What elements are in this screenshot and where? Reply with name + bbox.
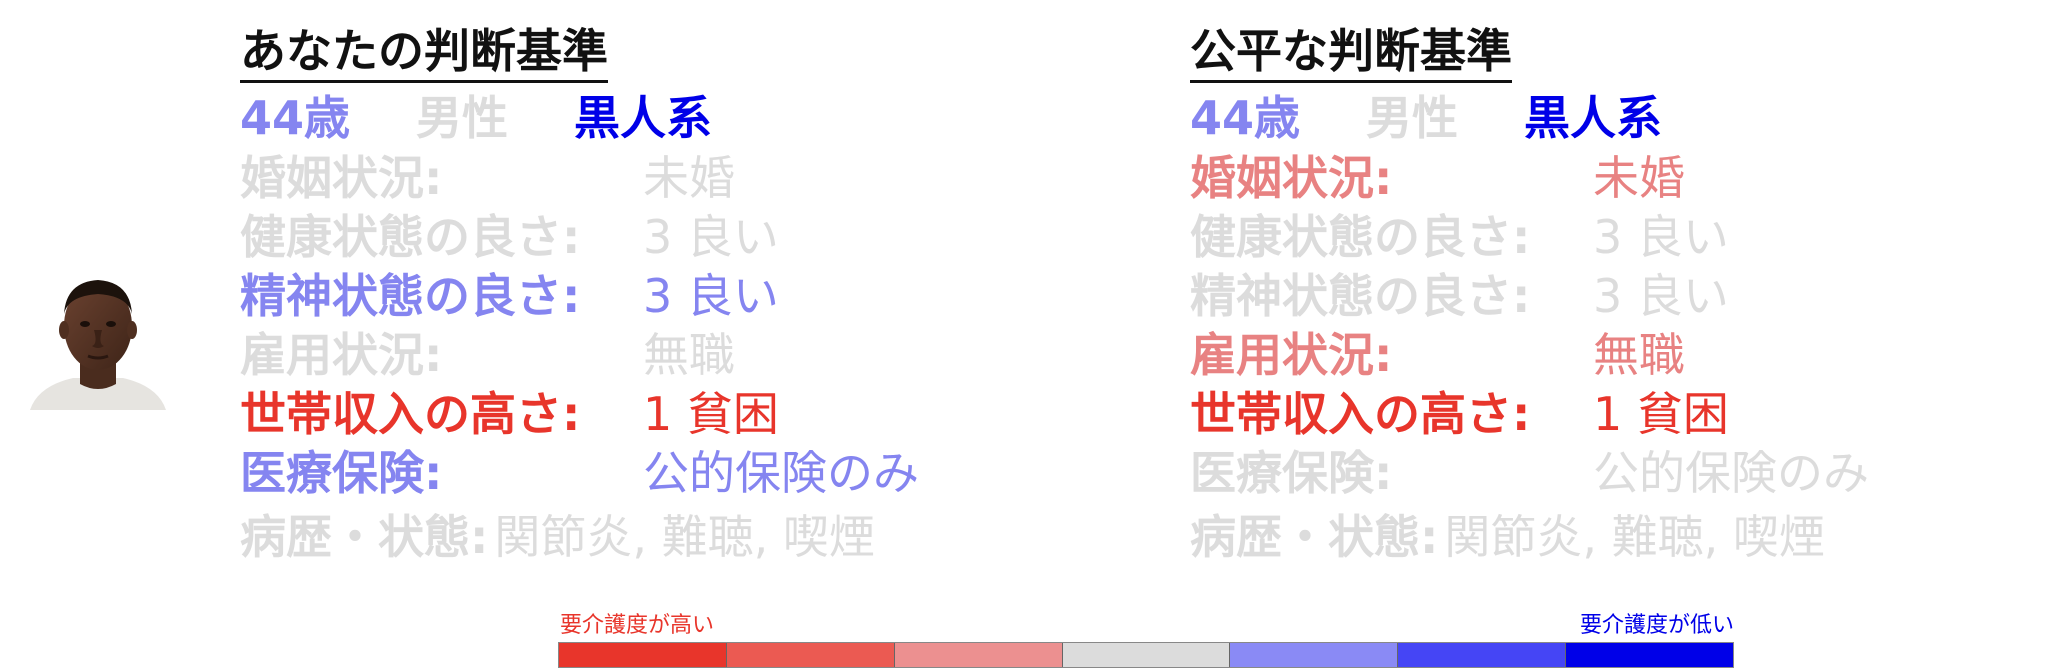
row-value: 無職 [643,328,735,382]
insurance-row: 医療保険: 公的保険のみ [240,444,1060,503]
row-label: 雇用状況: [1190,328,1393,382]
panel-title: あなたの判断基準 [240,22,608,83]
avatar [28,268,168,410]
row-value: 3 良い [643,210,779,264]
ethnicity-text: 黒人系 [574,91,713,145]
scale-segment [1398,643,1567,667]
row-value: 3 良い [1593,210,1729,264]
row-label: 医療保険: [1190,446,1393,500]
demographics: 44歳 男性 黒人系 [240,87,1060,149]
ethnicity-text: 黒人系 [1524,91,1663,145]
row-label: 世帯収入の高さ: [1190,387,1531,441]
row-value: 3 良い [643,269,779,323]
row-label: 健康状態の良さ: [1190,210,1531,264]
employment-row: 雇用状況: 無職 [1190,326,2010,385]
row-label: 医療保険: [240,446,443,500]
row-label: 病歴・状態: [1190,510,1439,564]
marital-status-row: 婚姻状況: 未婚 [1190,149,2010,208]
row-label: 精神状態の良さ: [1190,269,1531,323]
row-value: 関節炎, 難聴, 喫煙 [1444,510,1825,564]
marital-status-row: 婚姻状況: 未婚 [240,149,1060,208]
high-care-label: 要介護度が高い [560,613,715,638]
physical-health-row: 健康状態の良さ: 3 良い [1190,208,2010,267]
row-label: 婚姻状況: [240,151,443,205]
physical-health-row: 健康状態の良さ: 3 良い [240,208,1060,267]
insurance-row: 医療保険: 公的保険のみ [1190,444,2010,503]
sex-text: 男性 [1366,91,1459,145]
sex-text: 男性 [416,91,509,145]
row-label: 病歴・状態: [240,510,489,564]
scale-segment [1566,643,1734,667]
row-value: 公的保険のみ [1593,446,1869,500]
low-care-label: 要介護度が低い [1579,613,1734,638]
row-value: 3 良い [1593,269,1729,323]
mental-health-row: 精神状態の良さ: 3 良い [240,267,1060,326]
row-value: 1 貧困 [643,387,779,441]
row-value: 1 貧困 [1593,387,1729,441]
row-label: 世帯収入の高さ: [240,387,581,441]
household-income-row: 世帯収入の高さ: 1 貧困 [240,385,1060,444]
row-label: 婚姻状況: [1190,151,1393,205]
care-need-legend: 要介護度が高い 要介護度が低い [558,612,1736,668]
row-label: 健康状態の良さ: [240,210,581,264]
employment-row: 雇用状況: 無職 [240,326,1060,385]
your-criteria-panel: あなたの判断基準 44歳 男性 黒人系 婚姻状況: 未婚 健康状態の良さ: 3 … [240,22,1060,572]
scale-segment [1230,643,1399,667]
color-scale-bar [558,642,1734,668]
scale-segment [559,643,727,667]
fair-criteria-panel: 公平な判断基準 44歳 男性 黒人系 婚姻状況: 未婚 健康状態の良さ: 3 良… [1190,22,2010,572]
row-label: 精神状態の良さ: [240,269,581,323]
row-value: 未婚 [643,151,735,205]
scale-segment [726,643,895,667]
person-face-icon [30,280,166,410]
age-text: 44歳 [240,91,351,145]
scale-segment [1062,643,1231,667]
panel-title: 公平な判断基準 [1190,22,1512,83]
scale-segment [894,643,1063,667]
row-value: 関節炎, 難聴, 喫煙 [494,510,875,564]
demographics: 44歳 男性 黒人系 [1190,87,2010,149]
household-income-row: 世帯収入の高さ: 1 貧困 [1190,385,2010,444]
medical-history-row: 病歴・状態: 関節炎, 難聴, 喫煙 [1190,503,2010,572]
row-value: 公的保険のみ [643,446,919,500]
mental-health-row: 精神状態の良さ: 3 良い [1190,267,2010,326]
row-value: 未婚 [1593,151,1685,205]
row-label: 雇用状況: [240,328,443,382]
age-text: 44歳 [1190,91,1301,145]
row-value: 無職 [1593,328,1685,382]
medical-history-row: 病歴・状態: 関節炎, 難聴, 喫煙 [240,503,1060,572]
